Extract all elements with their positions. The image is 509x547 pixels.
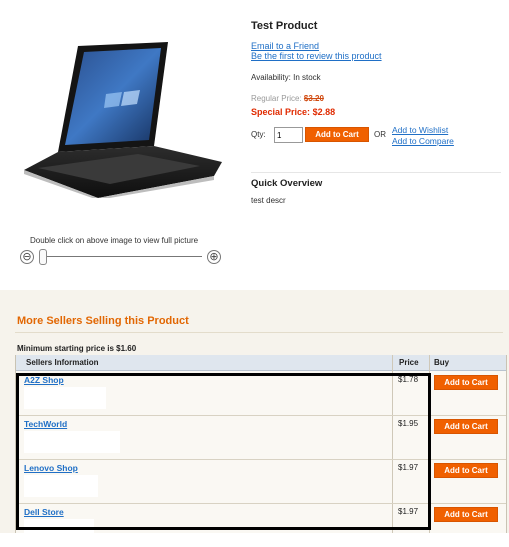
or-text: OR <box>374 130 386 139</box>
regular-price-value: $3.20 <box>303 94 324 103</box>
image-hint-text: Double click on above image to view full… <box>30 236 199 245</box>
seller-info-box <box>24 387 106 409</box>
special-price: Special Price: $2.88 <box>251 107 501 117</box>
add-to-cart-button[interactable]: Add to Cart <box>434 419 498 434</box>
add-to-cart-row: Qty: Add to Cart OR Add to Wishlist Add … <box>251 125 501 146</box>
add-to-cart-button[interactable]: Add to Cart <box>434 463 498 478</box>
seller-price: $1.97 <box>398 507 419 516</box>
add-to-cart-button[interactable]: Add to Cart <box>434 507 498 522</box>
special-price-label: Special Price: <box>251 107 311 117</box>
sellers-table: Sellers Information Price Buy A2Z Shop $… <box>15 355 507 541</box>
more-sellers-section: More Sellers Selling this Product Minimu… <box>0 290 509 541</box>
add-to-cart-button[interactable]: Add to Cart <box>434 375 498 390</box>
regular-price: Regular Price: $3.20 <box>251 94 501 103</box>
seller-info-box <box>24 519 94 541</box>
seller-link[interactable]: TechWorld <box>24 419 67 429</box>
email-friend-link[interactable]: Email to a Friend <box>251 41 319 51</box>
column-header-price: Price <box>399 358 419 367</box>
seller-link[interactable]: A2Z Shop <box>24 375 64 385</box>
product-details: Test Product Email to a Friend Be the fi… <box>251 20 501 146</box>
wishlist-compare-links: Add to Wishlist Add to Compare <box>392 125 454 147</box>
seller-link[interactable]: Dell Store <box>24 507 64 517</box>
qty-label: Qty: <box>251 130 266 139</box>
add-to-compare-link[interactable]: Add to Compare <box>392 136 454 146</box>
special-price-value: $2.88 <box>312 107 336 117</box>
table-row: TechWorld $1.95 Add to Cart <box>16 415 506 460</box>
divider <box>251 172 501 173</box>
seller-link[interactable]: Lenovo Shop <box>24 463 78 473</box>
zoom-in-icon[interactable]: ⊕ <box>207 250 221 264</box>
qty-input[interactable] <box>274 127 303 143</box>
regular-price-label: Regular Price: <box>251 94 302 103</box>
column-header-sellers: Sellers Information <box>26 358 99 367</box>
product-title: Test Product <box>251 20 318 32</box>
more-sellers-heading: More Sellers Selling this Product <box>17 315 189 327</box>
minimum-price-text: Minimum starting price is $1.60 <box>17 344 137 353</box>
seller-info-box <box>24 431 120 453</box>
column-header-buy: Buy <box>434 358 450 367</box>
table-row: Lenovo Shop $1.97 Add to Cart <box>16 459 506 504</box>
table-header: Sellers Information Price Buy <box>16 355 506 371</box>
availability-text: Availability: In stock <box>251 73 321 82</box>
seller-price: $1.78 <box>398 375 419 384</box>
divider <box>15 332 503 333</box>
table-row: Dell Store $1.97 Add to Cart <box>16 503 506 547</box>
review-link[interactable]: Be the first to review this product <box>251 51 382 61</box>
zoom-slider-track[interactable] <box>40 256 202 257</box>
add-to-cart-button[interactable]: Add to Cart <box>305 127 369 142</box>
zoom-out-icon[interactable]: ⊖ <box>20 250 34 264</box>
product-section: Double click on above image to view full… <box>0 0 509 290</box>
seller-info-box <box>24 475 98 497</box>
quick-overview-text: test descr <box>251 196 286 205</box>
add-to-wishlist-link[interactable]: Add to Wishlist <box>392 125 448 135</box>
laptop-product-image[interactable] <box>18 42 224 198</box>
table-row: A2Z Shop $1.78 Add to Cart <box>16 371 506 416</box>
seller-price: $1.97 <box>398 463 419 472</box>
quick-overview-heading: Quick Overview <box>251 178 323 189</box>
zoom-slider-handle[interactable] <box>39 249 47 265</box>
seller-price: $1.95 <box>398 419 419 428</box>
